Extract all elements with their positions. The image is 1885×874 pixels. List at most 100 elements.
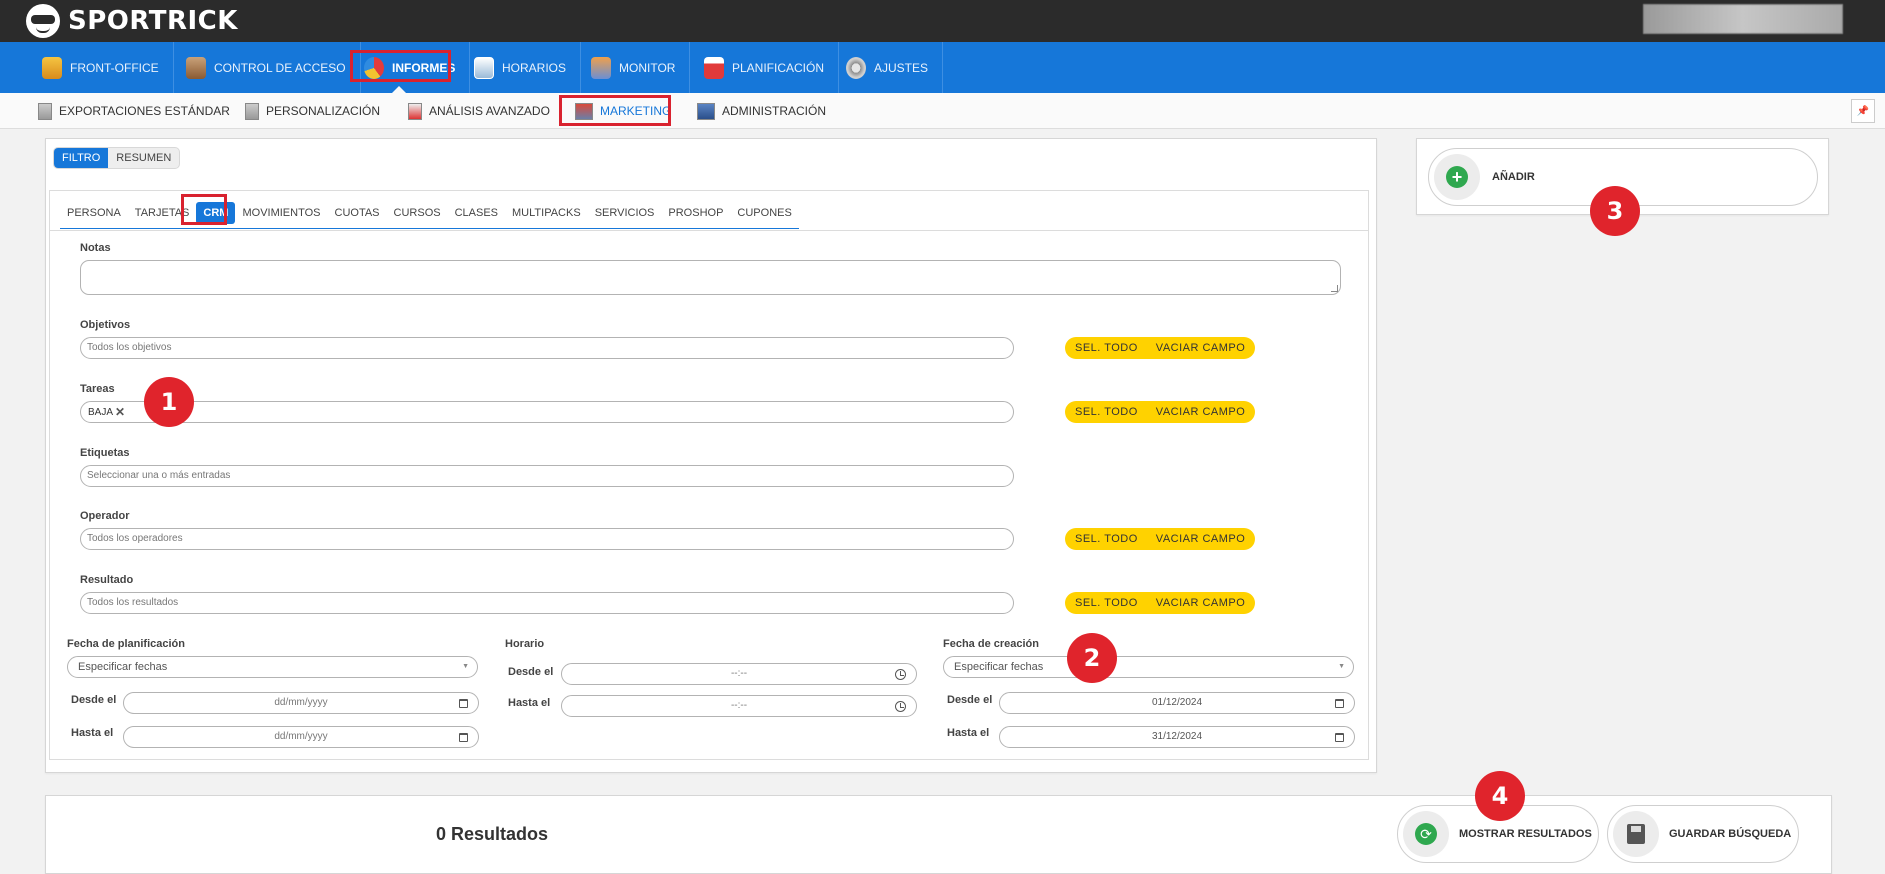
- callout-marker-4: 4: [1475, 771, 1525, 821]
- horario-hasta-input[interactable]: --:--: [561, 695, 917, 717]
- planificacion-label: Fecha de planificación: [67, 638, 185, 650]
- creacion-desde-input[interactable]: 01/12/2024: [999, 692, 1355, 714]
- calendar-icon: [704, 56, 724, 79]
- creacion-hasta-label: Hasta el: [947, 727, 990, 739]
- tab-multipacks[interactable]: MULTIPACKS: [505, 202, 588, 224]
- subnav-administracion[interactable]: ADMINISTRACIÓN: [697, 93, 826, 129]
- nav-monitor[interactable]: MONITOR: [577, 42, 691, 93]
- callout-marker-2: 2: [1067, 633, 1117, 683]
- calendar-icon[interactable]: [1335, 733, 1344, 742]
- tareas-label: Tareas: [80, 383, 115, 395]
- tareas-chip-label: BAJA: [88, 406, 114, 418]
- subnav-label: PERSONALIZACIÓN: [266, 104, 381, 118]
- document-icon: [245, 102, 259, 120]
- tab-cupones[interactable]: CUPONES: [730, 202, 798, 224]
- tareas-select-all-button[interactable]: SEL. TODO: [1075, 406, 1138, 418]
- objetivos-clear-button[interactable]: VACIAR CAMPO: [1156, 342, 1246, 354]
- creacion-label: Fecha de creación: [943, 638, 1039, 650]
- floppy-disk-icon: [1627, 824, 1645, 844]
- subnav-label: MARKETING: [600, 104, 672, 118]
- tab-servicios[interactable]: SERVICIOS: [588, 202, 662, 224]
- creacion-select[interactable]: Especificar fechas ▼: [943, 656, 1354, 678]
- tab-crm[interactable]: CRM: [196, 201, 236, 224]
- analysis-icon: [408, 102, 422, 120]
- nav-horarios[interactable]: HORARIOS: [460, 42, 582, 93]
- clock-icon[interactable]: [895, 669, 906, 680]
- subnav-marketing[interactable]: MARKETING: [575, 93, 671, 129]
- show-results-label: MOSTRAR RESULTADOS: [1459, 828, 1592, 840]
- remove-chip-icon[interactable]: ✕: [115, 405, 125, 419]
- time-placeholder: --:--: [730, 668, 748, 679]
- summary-toggle[interactable]: RESUMEN: [108, 148, 179, 168]
- operador-select-all-button[interactable]: SEL. TODO: [1075, 533, 1138, 545]
- operador-actions: SEL. TODO VACIAR CAMPO: [1065, 528, 1256, 550]
- tab-tarjetas[interactable]: TARJETAS: [128, 202, 197, 224]
- creacion-desde-label: Desde el: [947, 694, 993, 706]
- objetivos-input[interactable]: Todos los objetivos: [80, 337, 1014, 359]
- tareas-input[interactable]: [80, 401, 1014, 423]
- creacion-hasta-value: 31/12/2024: [1151, 731, 1203, 742]
- resultado-clear-button[interactable]: VACIAR CAMPO: [1156, 597, 1246, 609]
- horario-hasta-label: Hasta el: [508, 697, 551, 709]
- planificacion-desde-input[interactable]: dd/mm/yyyy: [123, 692, 479, 714]
- objetivos-select-all-button[interactable]: SEL. TODO: [1075, 342, 1138, 354]
- objetivos-label: Objetivos: [80, 319, 131, 331]
- tab-persona[interactable]: PERSONA: [60, 202, 128, 224]
- nav-planificacion[interactable]: PLANIFICACIÓN: [690, 42, 840, 93]
- etiquetas-label: Etiquetas: [80, 447, 130, 459]
- save-search-button[interactable]: GUARDAR BÚSQUEDA: [1607, 805, 1799, 863]
- operador-label: Operador: [80, 510, 130, 522]
- pie-chart-icon: [364, 56, 384, 79]
- callout-marker-1: 1: [144, 377, 194, 427]
- filter-toggle[interactable]: FILTRO: [54, 148, 109, 168]
- date-placeholder: dd/mm/yyyy: [274, 731, 328, 742]
- notas-textarea[interactable]: [80, 260, 1341, 295]
- calendar-icon[interactable]: [459, 733, 468, 742]
- nav-informes[interactable]: INFORMES: [350, 42, 471, 93]
- objetivos-actions: SEL. TODO VACIAR CAMPO: [1065, 337, 1256, 359]
- user-account-box[interactable]: [1643, 4, 1843, 34]
- subnav-exportaciones[interactable]: EXPORTACIONES ESTÁNDAR: [38, 93, 230, 129]
- resize-handle-icon[interactable]: [1331, 285, 1338, 292]
- tab-proshop[interactable]: PROSHOP: [661, 202, 730, 224]
- tab-clases[interactable]: CLASES: [448, 202, 505, 224]
- pin-icon[interactable]: 📌: [1851, 99, 1875, 123]
- app-logo-text: SPORTRICK: [68, 6, 238, 36]
- tareas-clear-button[interactable]: VACIAR CAMPO: [1156, 406, 1246, 418]
- add-icon-circle: +: [1434, 154, 1480, 200]
- category-tabs: PERSONA TARJETAS CRM MOVIMIENTOS CUOTAS …: [60, 197, 799, 229]
- creacion-select-value: Especificar fechas: [954, 661, 1044, 673]
- tab-cuotas[interactable]: CUOTAS: [328, 202, 387, 224]
- callout-marker-3: 3: [1590, 186, 1640, 236]
- operador-clear-button[interactable]: VACIAR CAMPO: [1156, 533, 1246, 545]
- nav-ajustes[interactable]: AJUSTES: [832, 42, 944, 93]
- sub-navigation: EXPORTACIONES ESTÁNDAR PERSONALIZACIÓN A…: [0, 93, 1885, 129]
- planificacion-hasta-input[interactable]: dd/mm/yyyy: [123, 726, 479, 748]
- clock-icon[interactable]: [895, 701, 906, 712]
- operador-input[interactable]: Todos los operadores: [80, 528, 1014, 550]
- creacion-hasta-input[interactable]: 31/12/2024: [999, 726, 1355, 748]
- tab-cursos[interactable]: CURSOS: [387, 202, 448, 224]
- nav-label: MONITOR: [619, 60, 676, 75]
- etiquetas-input[interactable]: Seleccionar una o más entradas: [80, 465, 1014, 487]
- nav-control-de-acceso[interactable]: CONTROL DE ACCESO: [172, 42, 361, 93]
- calendar-icon[interactable]: [459, 699, 468, 708]
- nav-front-office[interactable]: FRONT-OFFICE: [28, 42, 174, 93]
- main-navigation: FRONT-OFFICE CONTROL DE ACCESO INFORMES …: [0, 42, 1885, 93]
- date-placeholder: dd/mm/yyyy: [274, 697, 328, 708]
- save-search-label: GUARDAR BÚSQUEDA: [1669, 828, 1792, 840]
- planificacion-select[interactable]: Especificar fechas ▼: [67, 656, 478, 678]
- add-button-label: AÑADIR: [1492, 171, 1535, 183]
- subnav-analisis[interactable]: ANÁLISIS AVANZADO: [408, 93, 550, 129]
- subnav-personalizacion[interactable]: PERSONALIZACIÓN: [245, 93, 380, 129]
- nav-label: HORARIOS: [502, 60, 567, 75]
- calendar-icon[interactable]: [1335, 699, 1344, 708]
- refresh-icon-circle: ⟳: [1403, 811, 1449, 857]
- resultado-select-all-button[interactable]: SEL. TODO: [1075, 597, 1138, 609]
- horario-desde-input[interactable]: --:--: [561, 663, 917, 685]
- resultado-input[interactable]: Todos los resultados: [80, 592, 1014, 614]
- tab-movimientos[interactable]: MOVIMIENTOS: [235, 202, 327, 224]
- tareas-chip: BAJA ✕: [88, 404, 125, 420]
- app-logo[interactable]: SPORTRICK: [26, 2, 238, 40]
- notas-label: Notas: [80, 242, 111, 254]
